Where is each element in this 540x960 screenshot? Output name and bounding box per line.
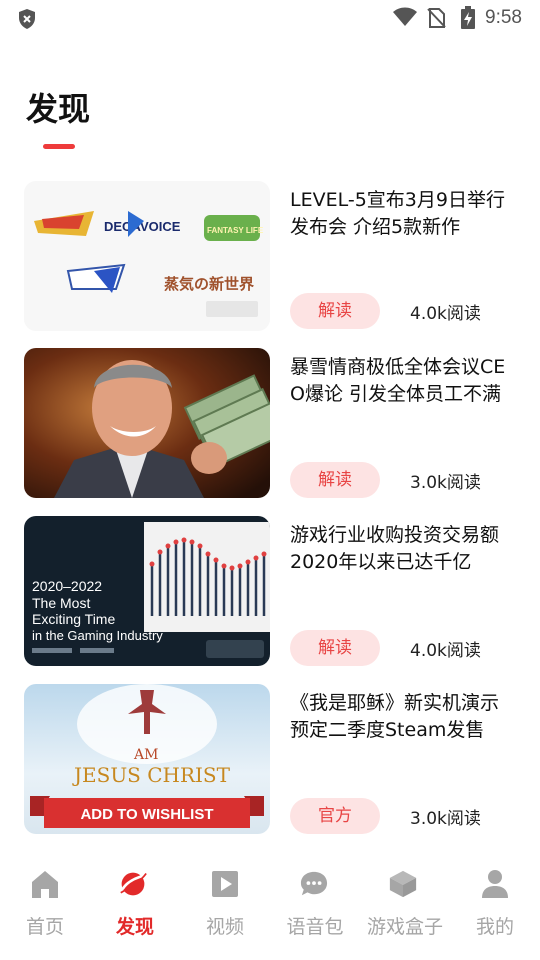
article-card[interactable]: AM JESUS CHRIST ADD TO WISHLIST 《我是耶稣》新实… — [24, 684, 516, 834]
wifi-icon — [393, 7, 417, 26]
user-icon — [482, 870, 508, 898]
ceo-money-photo — [24, 348, 270, 498]
article-tag[interactable]: 官方 — [290, 798, 380, 834]
nav-home[interactable]: 首页 — [0, 868, 90, 948]
article-headline[interactable]: 暴雪情商极低全体会议CEO爆论 引发全体员工不满 — [290, 354, 510, 408]
nav-label: 游戏盒子 — [366, 916, 443, 938]
am-text: AM — [133, 747, 158, 763]
article-headline[interactable]: LEVEL-5宣布3月9日举行发布会 介绍5款新作 — [290, 187, 510, 241]
planet-icon — [120, 872, 147, 896]
article-tag[interactable]: 解读 — [290, 462, 380, 498]
exciting-text: Exciting Time — [32, 611, 115, 627]
article-card[interactable]: 2020–2022 The Most Exciting Time in the … — [24, 516, 516, 666]
article-card[interactable]: DECA VOICE FANTASY LIFE 蒸気の新世界 LEVEL-5宣布… — [24, 181, 516, 331]
nav-video[interactable]: 视频 — [180, 868, 270, 948]
nav-voice-pack[interactable]: 语音包 — [270, 868, 360, 948]
bottom-nav: 首页 发现 视频 语音包 游戏盒子 我的 — [0, 858, 540, 960]
nav-discover[interactable]: 发现 — [90, 868, 180, 948]
article-thumbnail[interactable]: DECA VOICE FANTASY LIFE 蒸気の新世界 — [24, 181, 270, 331]
steam-world-text: 蒸気の新世界 — [164, 275, 254, 293]
nav-label: 发现 — [115, 916, 154, 938]
fantasy-life-text: FANTASY LIFE — [207, 226, 264, 235]
cube-icon — [389, 870, 417, 898]
article-tag[interactable]: 解读 — [290, 630, 380, 666]
title-underline — [43, 144, 75, 149]
read-count: 4.0k阅读 — [410, 304, 481, 324]
jesus-christ-text: JESUS CHRIST — [72, 763, 231, 787]
wishlist-text: ADD TO WISHLIST — [80, 806, 213, 823]
chat-bubble-icon — [300, 871, 328, 896]
article-headline[interactable]: 《我是耶稣》新实机演示 预定二季度Steam发售 — [290, 690, 510, 744]
nav-label: 视频 — [205, 916, 244, 938]
read-count: 3.0k阅读 — [410, 809, 481, 829]
clock: 9:58 — [485, 7, 522, 28]
article-thumbnail[interactable]: 2020–2022 The Most Exciting Time in the … — [24, 516, 270, 666]
level5-logos-image: DECA VOICE FANTASY LIFE 蒸気の新世界 — [24, 181, 270, 331]
article-card[interactable]: 暴雪情商极低全体会议CEO爆论 引发全体员工不满 解读 3.0k阅读 — [24, 348, 516, 498]
no-sim-icon — [427, 8, 446, 28]
nav-label: 我的 — [475, 916, 514, 938]
nav-me[interactable]: 我的 — [450, 868, 540, 948]
nav-label: 首页 — [25, 916, 64, 938]
industry-text: in the Gaming Industry — [32, 628, 163, 643]
article-tag[interactable]: 解读 — [290, 293, 380, 329]
nav-label: 语音包 — [286, 916, 344, 938]
gaming-industry-image: 2020–2022 The Most Exciting Time in the … — [24, 516, 270, 666]
article-thumbnail[interactable]: AM JESUS CHRIST ADD TO WISHLIST — [24, 684, 270, 834]
jesus-game-image: AM JESUS CHRIST ADD TO WISHLIST — [24, 684, 270, 834]
status-bar: 9:58 — [0, 0, 540, 36]
shield-icon — [19, 9, 35, 29]
years-text: 2020–2022 — [32, 578, 102, 594]
read-count: 4.0k阅读 — [410, 641, 481, 661]
article-thumbnail[interactable] — [24, 348, 270, 498]
battery-charging-icon — [461, 6, 475, 29]
article-headline[interactable]: 游戏行业收购投资交易额2020年以来已达千亿 — [290, 522, 510, 576]
page-title: 发现 — [26, 90, 91, 128]
nav-game-box[interactable]: 游戏盒子 — [360, 868, 450, 948]
video-icon — [212, 871, 238, 897]
read-count: 3.0k阅读 — [410, 473, 481, 493]
home-icon — [32, 871, 58, 898]
voice-text: VOICE — [140, 219, 181, 234]
most-text: The Most — [32, 595, 90, 611]
